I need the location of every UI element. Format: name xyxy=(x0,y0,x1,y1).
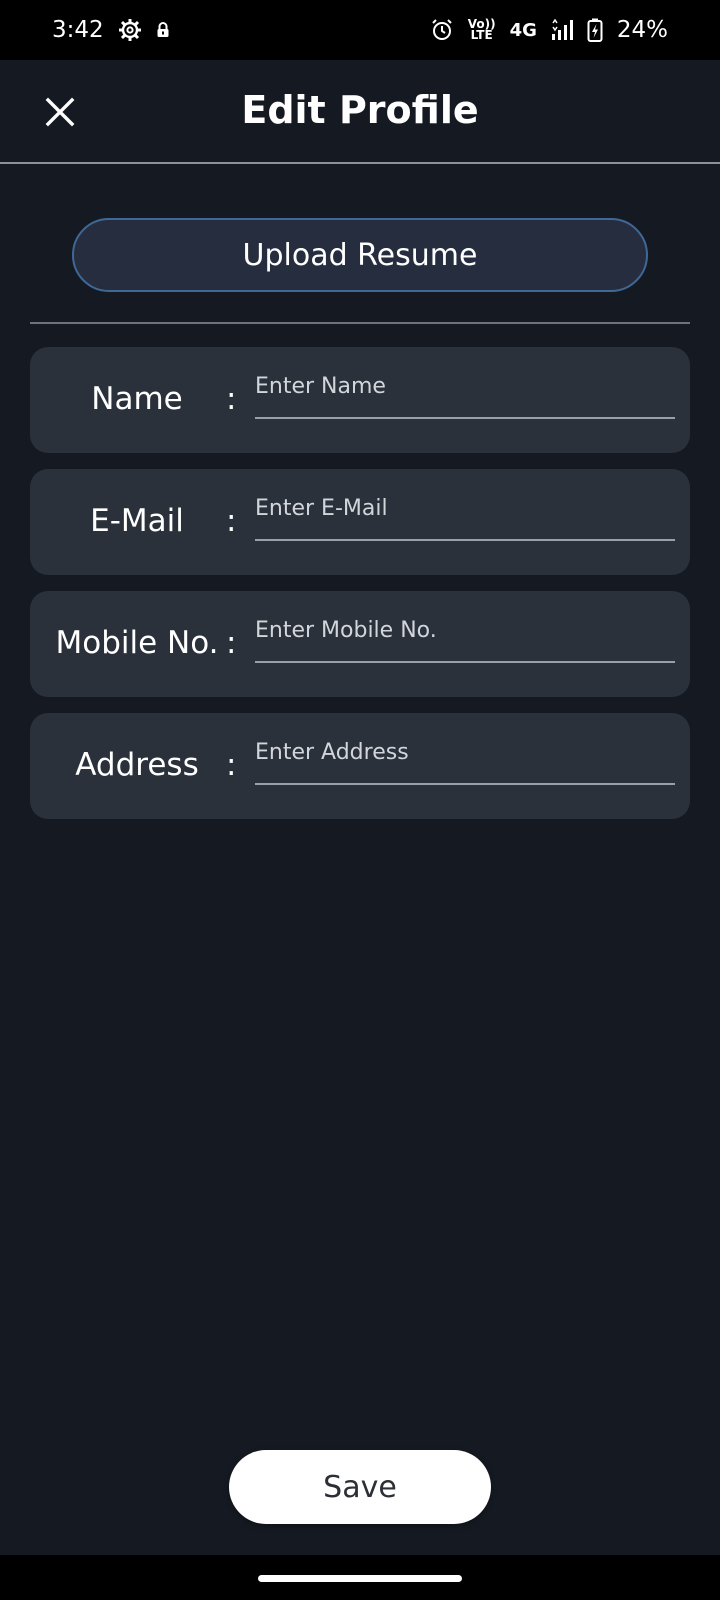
battery-charging-icon xyxy=(587,18,603,42)
email-colon: : xyxy=(226,503,237,539)
battery-percent: 24% xyxy=(616,17,668,43)
status-left: 3:42 xyxy=(52,17,170,43)
app-header: Edit Profile xyxy=(0,60,720,164)
volte-bottom-text: LTE xyxy=(470,28,493,42)
address-input[interactable] xyxy=(255,735,675,785)
home-indicator[interactable] xyxy=(258,1575,462,1582)
name-field-row: Name : xyxy=(30,347,690,453)
upload-resume-button[interactable]: Upload Resume xyxy=(72,218,648,292)
address-label: Address xyxy=(75,747,199,783)
name-input[interactable] xyxy=(255,369,675,419)
mobile-input[interactable] xyxy=(255,613,675,663)
section-divider xyxy=(30,322,690,324)
network-type: 4G xyxy=(509,19,537,41)
page-title: Edit Profile xyxy=(241,88,479,132)
address-field-row: Address : xyxy=(30,713,690,819)
mobile-colon: : xyxy=(226,625,237,661)
email-label: E-Mail xyxy=(90,503,184,539)
address-colon: : xyxy=(226,747,237,783)
mobile-field-row: Mobile No. : xyxy=(30,591,690,697)
status-right: Vo)) LTE 4G 24% xyxy=(430,17,668,43)
settings-gear-icon xyxy=(118,18,142,42)
signal-icon xyxy=(551,19,573,41)
volte-icon: Vo)) LTE xyxy=(468,18,496,42)
save-button[interactable]: Save xyxy=(229,1450,491,1524)
status-time: 3:42 xyxy=(52,17,104,43)
status-bar: 3:42 Vo)) LTE 4G 24% xyxy=(0,0,720,60)
mobile-label: Mobile No. xyxy=(55,625,219,661)
alarm-icon xyxy=(430,18,454,42)
name-colon: : xyxy=(226,381,237,417)
email-field-row: E-Mail : xyxy=(30,469,690,575)
name-label: Name xyxy=(91,381,183,417)
email-input[interactable] xyxy=(255,491,675,541)
navigation-bar xyxy=(0,1555,720,1600)
lock-icon xyxy=(156,22,170,38)
